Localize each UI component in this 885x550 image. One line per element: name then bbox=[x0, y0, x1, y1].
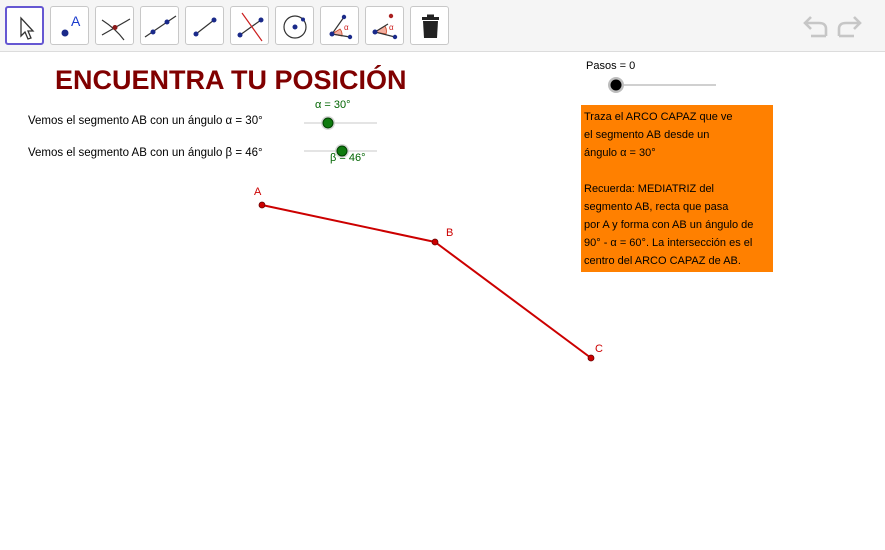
steps-slider-knob[interactable] bbox=[610, 79, 622, 91]
move-tool-button[interactable] bbox=[5, 6, 44, 45]
segment-icon bbox=[193, 17, 217, 37]
hint-line: 90° - α = 60°. La intersección es el bbox=[584, 237, 753, 249]
hint-line: el segmento AB desde un bbox=[584, 129, 710, 141]
delete-tool-button[interactable] bbox=[410, 6, 449, 45]
hint-line: Traza el ARCO CAPAZ que ve bbox=[584, 111, 733, 123]
intersect-tool-button[interactable] bbox=[95, 6, 134, 45]
arrow-pointer-icon bbox=[20, 16, 35, 40]
point-icon: A bbox=[61, 13, 81, 37]
point-b[interactable] bbox=[431, 238, 439, 246]
perpendicular-bisector-tool-button[interactable] bbox=[230, 6, 269, 45]
angle-icon: α bbox=[329, 14, 353, 40]
intersect-icon bbox=[101, 18, 131, 41]
hint-line: por A y forma con AB un ángulo de bbox=[584, 219, 754, 231]
angle-tool-label: α bbox=[344, 23, 349, 32]
angle-given-size-tool-button[interactable]: α bbox=[365, 6, 404, 45]
point-c-label: C bbox=[595, 343, 603, 355]
beta-slider-knob[interactable] bbox=[336, 145, 348, 157]
line-icon bbox=[144, 15, 177, 38]
line-tool-button[interactable] bbox=[140, 6, 179, 45]
circle-tool-button[interactable] bbox=[275, 6, 314, 45]
segment-tool-button[interactable] bbox=[185, 6, 224, 45]
angle-given-size-icon: α bbox=[372, 13, 398, 40]
point-a-label: A bbox=[254, 186, 262, 198]
hint-line: Recuerda: MEDIATRIZ del bbox=[584, 183, 715, 195]
point-b-label: B bbox=[446, 227, 454, 239]
angle-given-size-tool-label: α bbox=[389, 23, 394, 32]
hint-line: segmento AB, recta que pasa bbox=[584, 201, 729, 213]
toolbar: A α α bbox=[0, 0, 885, 52]
angle-tool-button[interactable]: α bbox=[320, 6, 359, 45]
trash-icon bbox=[422, 14, 439, 38]
undo-icon[interactable] bbox=[800, 12, 830, 42]
point-tool-label: A bbox=[71, 13, 81, 29]
point-c[interactable] bbox=[587, 354, 595, 362]
hint-spacer bbox=[584, 162, 770, 180]
redo-icon[interactable] bbox=[835, 12, 865, 42]
hint-box: Traza el ARCO CAPAZ que ve el segmento A… bbox=[581, 105, 773, 272]
segment-bc[interactable] bbox=[434, 241, 592, 359]
hint-line: centro del ARCO CAPAZ de AB. bbox=[584, 255, 741, 267]
hint-line: ángulo α = 30° bbox=[584, 147, 656, 159]
perpendicular-bisector-icon bbox=[237, 12, 264, 42]
circle-icon bbox=[283, 15, 307, 39]
segment-ab[interactable] bbox=[261, 204, 436, 243]
point-a[interactable] bbox=[258, 201, 266, 209]
point-tool-button[interactable]: A bbox=[50, 6, 89, 45]
alpha-slider-knob[interactable] bbox=[322, 117, 334, 129]
graphics-view[interactable]: ENCUENTRA TU POSICIÓN Vemos el segmento … bbox=[0, 53, 885, 550]
